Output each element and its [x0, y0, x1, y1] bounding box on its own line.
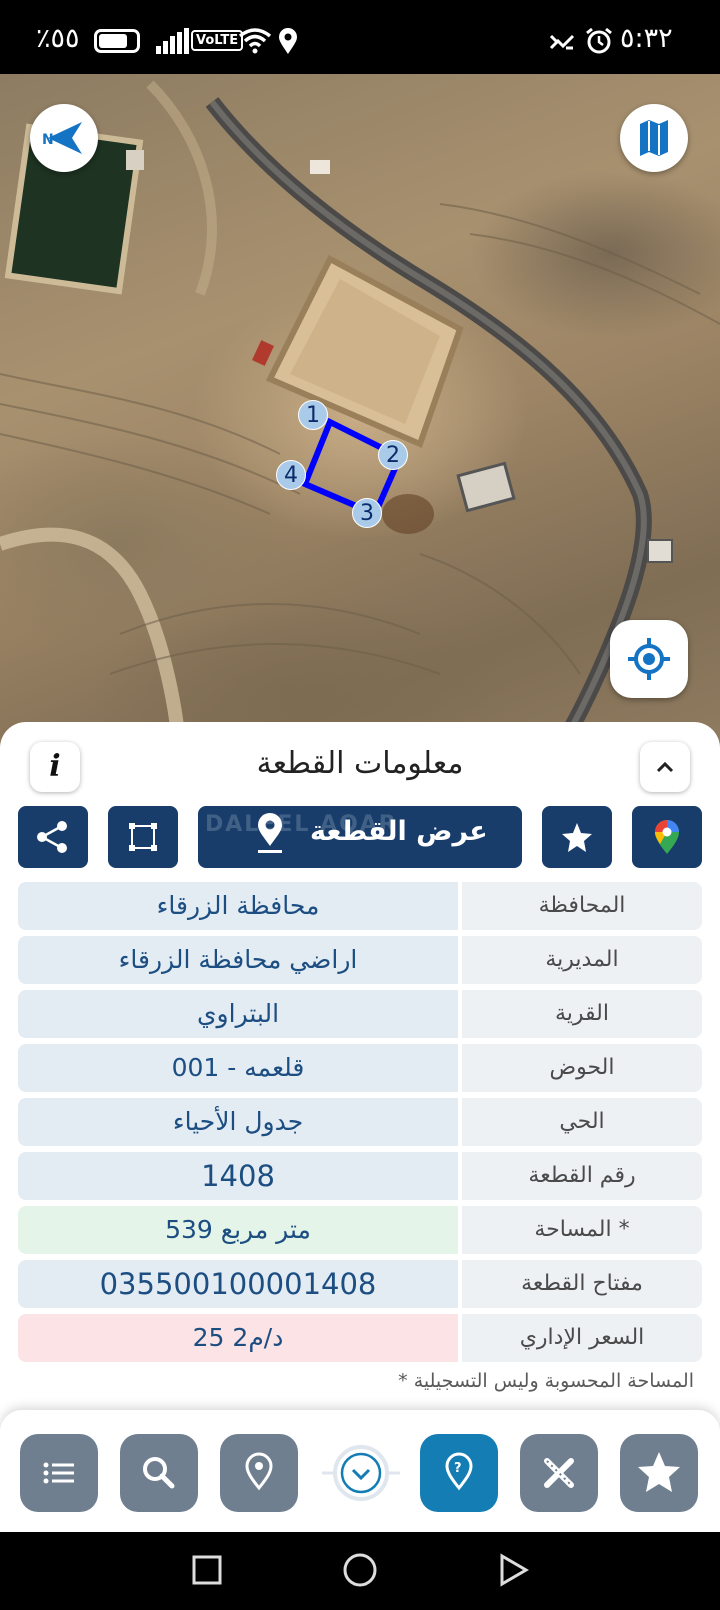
district-label: الحي [462, 1098, 702, 1146]
info-row: 25 د/م2 السعر الإداري [18, 1314, 702, 1362]
area-label: المساحة * [462, 1206, 702, 1254]
info-row: محافظة الزرقاء المحافظة [18, 882, 702, 930]
village-value: البتراوي [18, 990, 458, 1038]
wifi-icon [238, 28, 272, 54]
map-type-button[interactable] [620, 104, 688, 172]
plot-marker-3[interactable]: 3 [352, 498, 382, 528]
info-button[interactable]: i [30, 742, 80, 792]
plot-key-label: مفتاح القطعة [462, 1260, 702, 1308]
chevron-down-icon [322, 1445, 400, 1501]
help-button[interactable]: ? [420, 1434, 498, 1512]
expand-toggle-button[interactable] [322, 1434, 400, 1512]
chevron-up-icon [656, 761, 674, 773]
location-pin-icon [245, 1452, 273, 1491]
svg-text:?: ? [454, 1461, 462, 1476]
directorate-value: اراضي محافظة الزرقاء [18, 936, 458, 984]
battery-icon [94, 29, 140, 53]
location-search-button[interactable] [220, 1434, 298, 1512]
draw-boundary-button[interactable] [108, 806, 178, 868]
admin-price-value: 25 د/م2 [18, 1314, 458, 1362]
list-icon [43, 1462, 74, 1484]
plot-key-value: 035500100001408 [18, 1260, 458, 1308]
plot-number-value: 1408 [18, 1152, 458, 1200]
recents-icon[interactable] [190, 1532, 226, 1610]
info-row: اراضي محافظة الزرقاء المديرية [18, 936, 702, 984]
bottom-toolbar: ? [0, 1410, 720, 1532]
search-button[interactable] [120, 1434, 198, 1512]
volte-badge: VoLTE [191, 30, 244, 51]
system-nav-bar [0, 1532, 720, 1610]
info-row: 1408 رقم القطعة [18, 1152, 702, 1200]
plot-number-label: رقم القطعة [462, 1152, 702, 1200]
back-icon[interactable] [496, 1532, 532, 1610]
directorate-label: المديرية [462, 936, 702, 984]
info-row: 539 متر مربع المساحة * [18, 1206, 702, 1254]
north-arrow-icon: N [42, 122, 82, 154]
collapse-button[interactable] [640, 742, 690, 792]
tools-icon [544, 1458, 574, 1488]
google-maps-icon [655, 820, 679, 854]
plot-marker-1[interactable]: 1 [298, 400, 328, 430]
map-icon [640, 120, 668, 156]
compass-button[interactable]: N [30, 104, 98, 172]
location-help-icon: ? [445, 1452, 473, 1491]
google-maps-button[interactable] [632, 806, 702, 868]
tools-button[interactable] [520, 1434, 598, 1512]
basin-label: الحوض [462, 1044, 702, 1092]
governorate-value: محافظة الزرقاء [18, 882, 458, 930]
home-icon[interactable] [340, 1532, 380, 1610]
governorate-label: المحافظة [462, 882, 702, 930]
star-icon [562, 823, 592, 852]
district-value: جدول الأحياء [18, 1098, 458, 1146]
signal-icon [156, 28, 189, 54]
share-button[interactable] [18, 806, 88, 868]
satellite-map[interactable]: 1 2 3 4 N [0, 74, 720, 754]
data-saver-icon [549, 34, 575, 50]
info-row: البتراوي القرية [18, 990, 702, 1038]
plot-marker-2[interactable]: 2 [378, 440, 408, 470]
star-icon [638, 1452, 680, 1492]
info-row: قلعمه - 001 الحوض [18, 1044, 702, 1092]
share-icon [37, 821, 67, 853]
sheet-title: معلومات القطعة [256, 746, 464, 781]
area-value: 539 متر مربع [18, 1206, 458, 1254]
admin-price-label: السعر الإداري [462, 1314, 702, 1362]
plot-info-sheet: i معلومات القطعة عرض القطعة DALEEL AQAR [0, 722, 720, 1442]
plot-marker-4[interactable]: 4 [276, 460, 306, 490]
menu-button[interactable] [20, 1434, 98, 1512]
polygon-icon [129, 823, 157, 851]
info-row: 035500100001408 مفتاح القطعة [18, 1260, 702, 1308]
basin-value: قلعمه - 001 [18, 1044, 458, 1092]
village-label: القرية [462, 990, 702, 1038]
favorites-button[interactable] [620, 1434, 698, 1512]
target-icon [628, 638, 670, 680]
favorite-button[interactable] [542, 806, 612, 868]
my-location-button[interactable] [610, 620, 688, 698]
status-bar: ٪٥٥ VoLTE ٥:٣٢ [0, 0, 720, 74]
svg-text:N: N [42, 132, 54, 148]
battery-percentage: ٪٥٥ [36, 23, 80, 54]
watermark: DALEEL AQAR [205, 812, 398, 837]
search-icon [143, 1457, 175, 1489]
location-status-icon [279, 28, 297, 54]
info-row: جدول الأحياء الحي [18, 1098, 702, 1146]
area-footnote: * المساحة المحسوبة وليس التسجيلية [398, 1370, 694, 1392]
alarm-icon [586, 27, 612, 54]
clock: ٥:٣٢ [620, 23, 673, 54]
